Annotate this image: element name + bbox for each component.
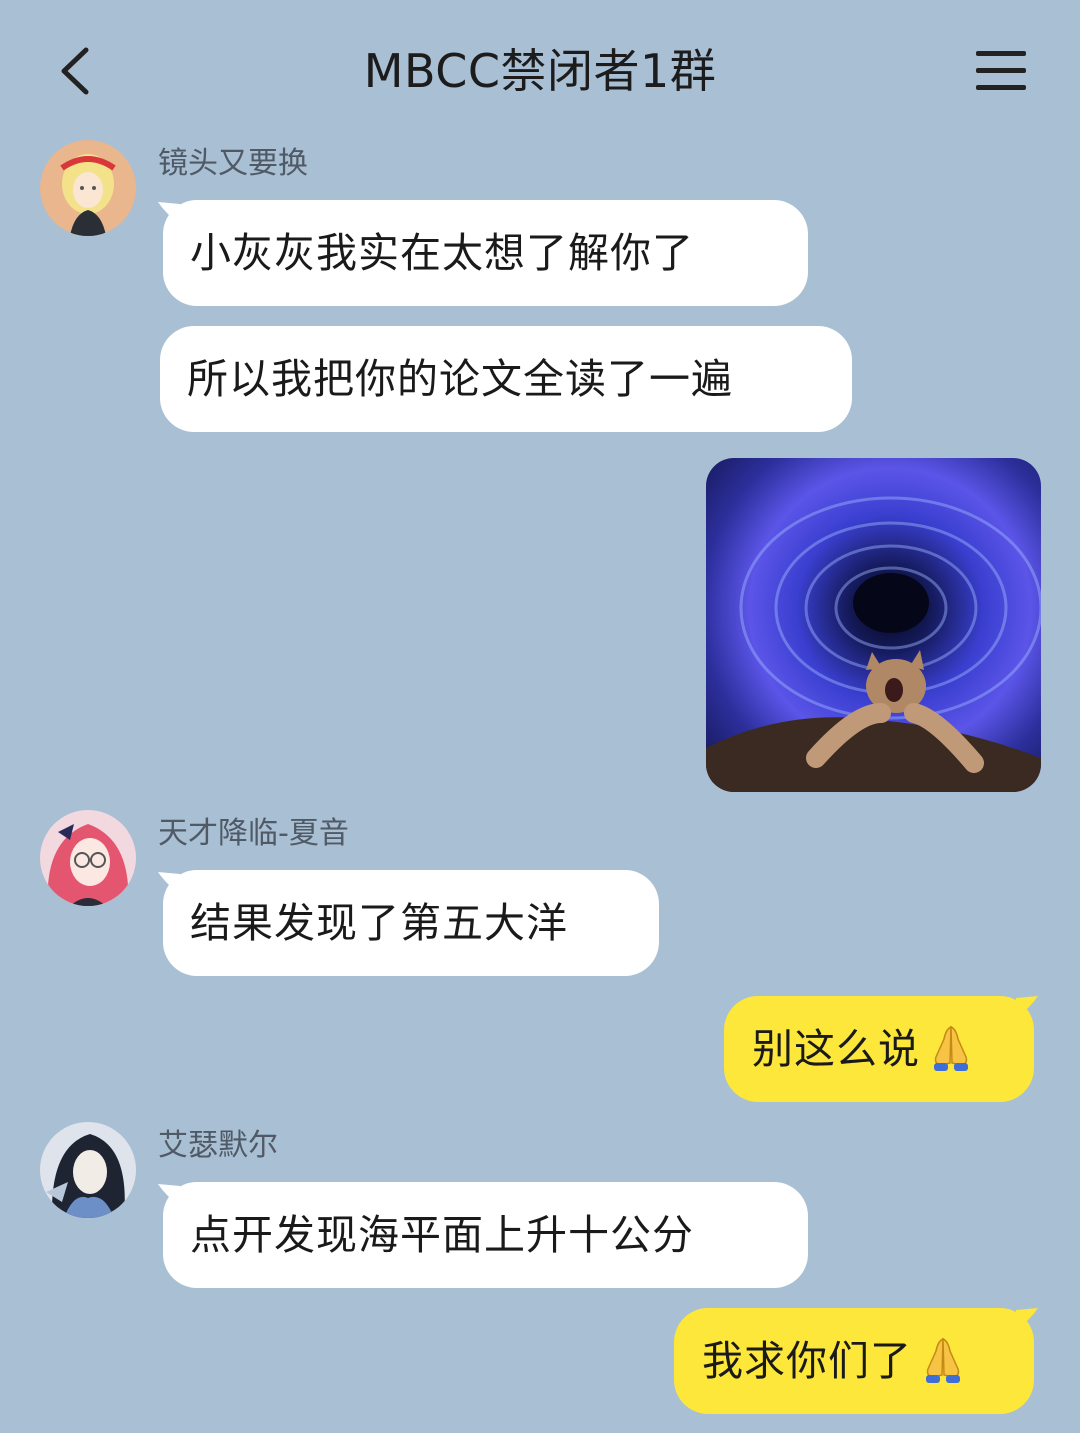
sticker-image[interactable] [706, 458, 1041, 792]
message-text: 小灰灰我实在太想了解你了 [190, 229, 694, 277]
message-bubble[interactable]: 小灰灰我实在太想了解你了 [163, 200, 808, 306]
sender-name: 镜头又要换 [158, 146, 308, 181]
message-bubble[interactable]: 所以我把你的论文全读了一遍 [160, 326, 852, 432]
chat-header: MBCC禁闭者1群 [0, 0, 1080, 140]
folded-hands-icon [934, 1025, 968, 1071]
avatar[interactable] [40, 810, 136, 906]
message-text: 所以我把你的论文全读了一遍 [187, 355, 733, 403]
message-text: 点开发现海平面上升十公分 [190, 1211, 694, 1259]
chat-title: MBCC禁闭者1群 [363, 44, 717, 98]
folded-hands-icon [926, 1337, 960, 1383]
sender-name: 天才降临-夏音 [158, 816, 349, 851]
sender-name: 艾瑟默尔 [158, 1128, 278, 1163]
avatar[interactable] [40, 140, 136, 236]
avatar[interactable] [40, 1122, 136, 1218]
message-bubble[interactable]: 别这么说 [724, 996, 1034, 1102]
message-bubble[interactable]: 我求你们了 [674, 1308, 1034, 1414]
message-text: 我求你们了 [702, 1337, 912, 1385]
message-bubble[interactable]: 点开发现海平面上升十公分 [163, 1182, 808, 1288]
message-text: 别这么说 [752, 1025, 920, 1073]
message-text: 结果发现了第五大洋 [190, 899, 568, 947]
hamburger-menu-icon[interactable] [976, 48, 1026, 94]
sticker-cat-wormhole-icon [706, 458, 1041, 792]
message-bubble[interactable]: 结果发现了第五大洋 [163, 870, 659, 976]
